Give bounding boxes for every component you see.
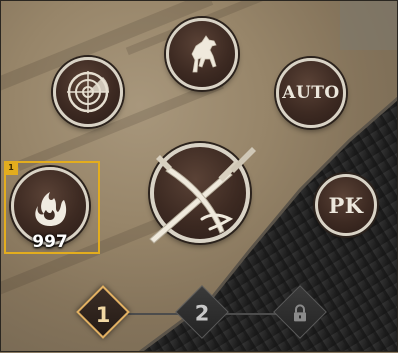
pk-button[interactable]: PK	[315, 174, 377, 236]
page-tab-label: 1	[95, 302, 111, 327]
horse-icon	[191, 35, 217, 73]
mount-button[interactable]	[166, 18, 238, 90]
lock-icon	[294, 304, 306, 322]
attack-button[interactable]	[149, 143, 256, 244]
slot-number-badge: 1	[4, 161, 18, 175]
skill-count: 997	[32, 232, 68, 252]
radar-icon	[67, 71, 110, 113]
lock-holder	[281, 294, 319, 332]
radar-button[interactable]	[53, 57, 123, 127]
crossed-swords-icon	[149, 147, 256, 244]
page-tab-label: 2	[194, 301, 210, 326]
auto-button[interactable]: AUTO	[276, 58, 346, 128]
auto-label: AUTO	[282, 83, 340, 103]
pk-label: PK	[328, 192, 364, 218]
